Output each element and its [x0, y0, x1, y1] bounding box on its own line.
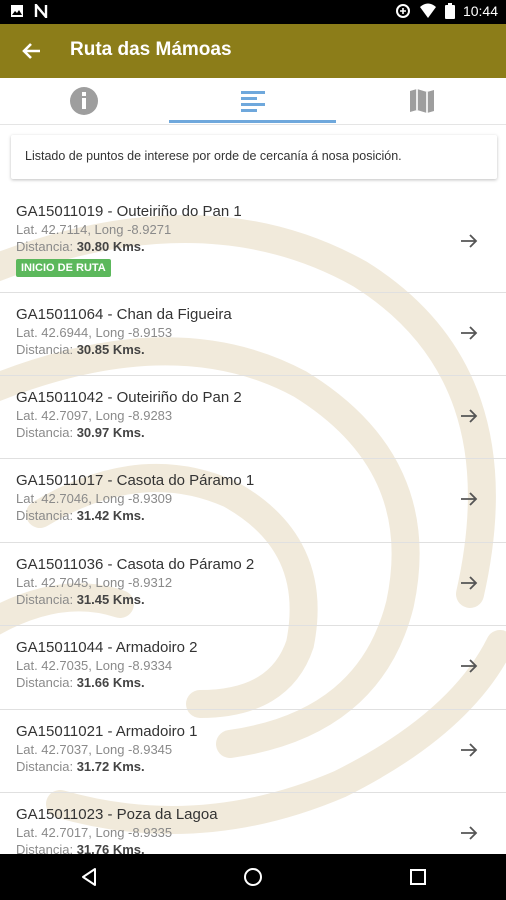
list-item[interactable]: GA15011019 - Outeiriño do Pan 1 Lat. 42.… [0, 190, 506, 293]
arrow-forward-icon[interactable] [458, 822, 480, 844]
point-coords: Lat. 42.7035, Long -8.9334 [16, 658, 173, 673]
info-icon [70, 87, 98, 115]
arrow-forward-icon[interactable] [458, 405, 480, 427]
tab-list[interactable] [169, 78, 337, 124]
list-item[interactable]: GA15011044 - Armadoiro 2 Lat. 42.7035, L… [0, 625, 506, 710]
point-coords: Lat. 42.7046, Long -8.9309 [16, 491, 173, 506]
point-distance: Distancia: 31.42 Kms. [16, 508, 145, 523]
point-title: GA15011036 - Casota do Páramo 2 [16, 556, 255, 573]
list-item[interactable]: GA15011064 - Chan da Figueira Lat. 42.69… [0, 292, 506, 376]
status-bar: 10:44 [0, 0, 506, 24]
point-coords: Lat. 42.7037, Long -8.9345 [16, 742, 173, 757]
point-distance: Distancia: 31.72 Kms. [16, 759, 145, 774]
back-triangle-icon[interactable] [77, 865, 101, 889]
wifi-icon [419, 3, 436, 18]
point-coords: Lat. 42.7114, Long -8.9271 [16, 222, 172, 237]
point-title: GA15011021 - Armadoiro 1 [16, 723, 198, 740]
arrow-forward-icon[interactable] [458, 739, 480, 761]
list-item[interactable]: GA15011042 - Outeiriño do Pan 2 Lat. 42.… [0, 375, 506, 459]
app-bar: Ruta das Mámoas [0, 24, 506, 78]
recents-square-icon[interactable] [406, 865, 430, 889]
point-title: GA15011042 - Outeiriño do Pan 2 [16, 389, 242, 406]
arrow-forward-icon[interactable] [458, 322, 480, 344]
status-badge: INICIO DE RUTA [16, 259, 111, 277]
tab-info[interactable] [0, 78, 168, 124]
system-nav-bar [0, 854, 506, 900]
status-time: 10:44 [462, 3, 498, 19]
tab-map[interactable] [338, 78, 506, 124]
arrow-back-icon[interactable] [20, 39, 44, 63]
list-item[interactable]: GA15011023 - Poza da Lagoa Lat. 42.7017,… [0, 792, 506, 854]
point-coords: Lat. 42.7097, Long -8.9283 [16, 408, 173, 423]
arrow-forward-icon[interactable] [458, 230, 480, 252]
arrow-forward-icon[interactable] [458, 655, 480, 677]
n-notification-icon [34, 4, 48, 18]
info-text: Listado de puntos de interese por orde d… [25, 149, 402, 163]
point-coords: Lat. 42.7017, Long -8.9335 [16, 825, 173, 840]
point-coords: Lat. 42.6944, Long -8.9153 [16, 325, 173, 340]
page-title: Ruta das Mámoas [70, 39, 232, 60]
battery-icon [444, 3, 455, 19]
point-distance: Distancia: 30.85 Kms. [16, 342, 145, 357]
tab-indicator [169, 120, 336, 123]
home-circle-icon[interactable] [241, 865, 265, 889]
arrow-forward-icon[interactable] [458, 572, 480, 594]
list-item[interactable]: GA15011017 - Casota do Páramo 1 Lat. 42.… [0, 458, 506, 543]
list-icon [241, 91, 265, 112]
data-saver-icon [395, 4, 410, 18]
point-title: GA15011019 - Outeiriño do Pan 1 [16, 203, 242, 220]
point-title: GA15011044 - Armadoiro 2 [16, 639, 198, 656]
info-card: Listado de puntos de interese por orde d… [11, 135, 497, 179]
list-item[interactable]: GA15011021 - Armadoiro 1 Lat. 42.7037, L… [0, 709, 506, 793]
point-distance: Distancia: 30.80 Kms. [16, 239, 145, 254]
map-icon [410, 89, 434, 113]
arrow-forward-icon[interactable] [458, 488, 480, 510]
list-item[interactable]: GA15011036 - Casota do Páramo 2 Lat. 42.… [0, 542, 506, 626]
point-distance: Distancia: 31.76 Kms. [16, 842, 145, 854]
point-title: GA15011064 - Chan da Figueira [16, 306, 232, 323]
tab-bar [0, 78, 506, 125]
point-distance: Distancia: 31.66 Kms. [16, 675, 145, 690]
point-title: GA15011023 - Poza da Lagoa [16, 806, 218, 823]
points-list: GA15011019 - Outeiriño do Pan 1 Lat. 42.… [0, 190, 506, 854]
point-title: GA15011017 - Casota do Páramo 1 [16, 472, 255, 489]
image-icon [11, 5, 23, 17]
point-coords: Lat. 42.7045, Long -8.9312 [16, 575, 173, 590]
point-distance: Distancia: 30.97 Kms. [16, 425, 145, 440]
point-distance: Distancia: 31.45 Kms. [16, 592, 145, 607]
